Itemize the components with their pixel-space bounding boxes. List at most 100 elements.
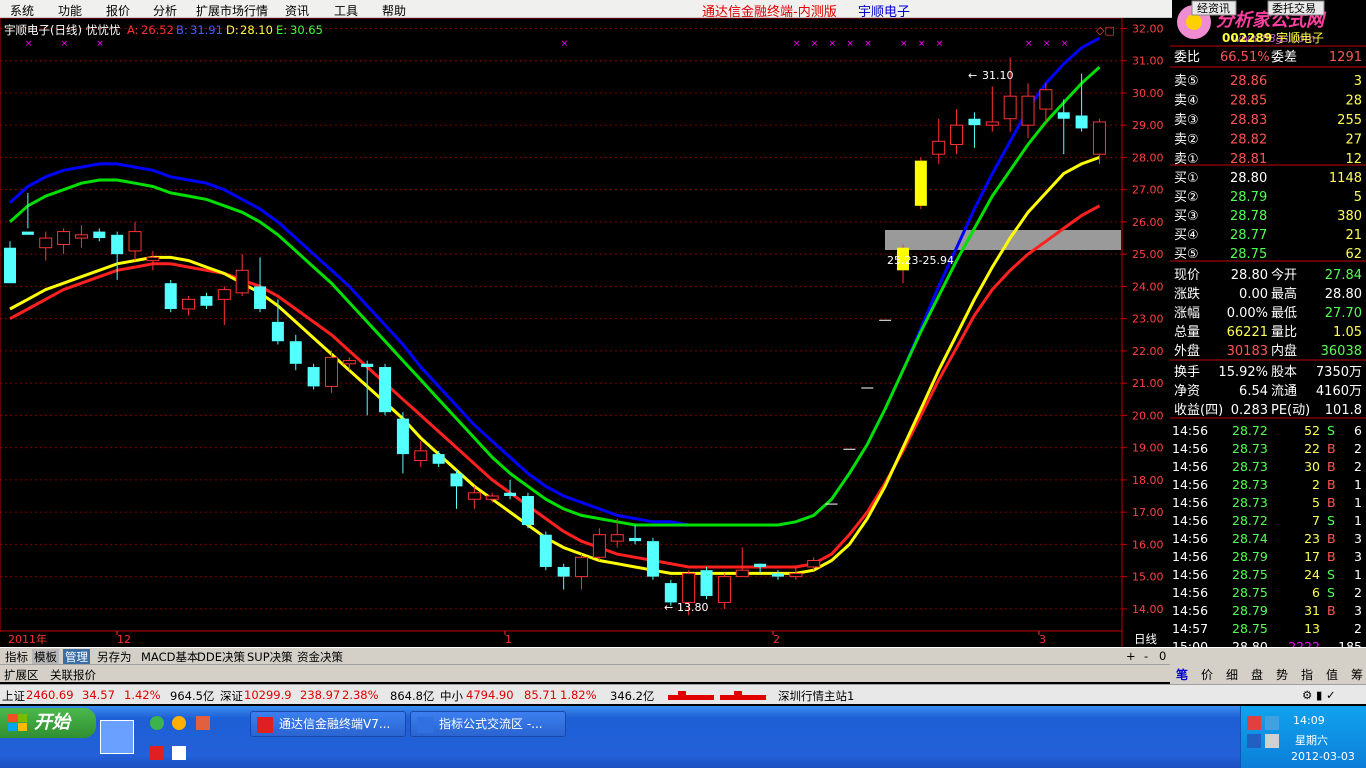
signal-marker: × xyxy=(829,39,837,49)
tray-network-icon[interactable] xyxy=(1265,716,1279,730)
stat-label: 最高 xyxy=(1271,286,1297,302)
tick-volume: 24 xyxy=(1304,567,1320,582)
task-forum-button[interactable]: 指标公式交流区 -... xyxy=(410,711,566,737)
tick-time: 14:56 xyxy=(1172,513,1208,528)
buy-volume: 62 xyxy=(1345,247,1362,262)
tray-volume-icon[interactable] xyxy=(1265,734,1279,748)
server-name: 深圳行情主站1 xyxy=(778,689,855,703)
tab-bi[interactable]: 笔 xyxy=(1176,666,1188,683)
stat-value: 27.84 xyxy=(1325,268,1362,283)
tab-fund[interactable]: 资金决策 xyxy=(295,649,345,665)
task-tdx-button[interactable]: 通达信金融终端V7... xyxy=(250,711,406,737)
tick-count: 2 xyxy=(1354,441,1362,456)
candle-body xyxy=(1075,115,1088,129)
line-e-label: E: xyxy=(276,23,287,37)
stat-label: 涨幅 xyxy=(1174,306,1200,321)
tab-sup[interactable]: SUP决策 xyxy=(245,649,295,665)
buy-label: 买③ xyxy=(1174,209,1199,224)
zoom-in-button[interactable]: + xyxy=(1124,649,1138,663)
stat-value: 0.00 xyxy=(1239,287,1268,302)
period-label: 日线 xyxy=(1134,632,1157,646)
tab-template[interactable]: 模板 xyxy=(32,649,59,665)
zx-label: 中小 xyxy=(440,689,463,703)
tab-jia[interactable]: 价 xyxy=(1201,666,1213,683)
tab-zhi2[interactable]: 值 xyxy=(1326,666,1338,683)
high-arrow-icon: ← xyxy=(968,69,977,82)
menu-function[interactable]: 功能 xyxy=(58,2,82,19)
tab-related-quote[interactable]: 关联报价 xyxy=(50,667,96,683)
start-button[interactable]: 开始 xyxy=(0,708,96,738)
tray-app-icon[interactable] xyxy=(1247,716,1261,730)
quicklaunch-help-icon[interactable] xyxy=(172,746,186,760)
candle-body xyxy=(771,573,784,577)
line-b-label: B: xyxy=(176,23,188,37)
stat2-value: 7350万 xyxy=(1316,365,1362,380)
tick-count: 2 xyxy=(1354,585,1362,600)
quicklaunch-desktop-icon[interactable] xyxy=(100,720,134,754)
stats-block: 现价 28.80 今开 27.84涨跌 0.00 最高 28.80涨幅 0.00% 最低 27.7… xyxy=(1174,267,1362,359)
tick-price: 28.75 xyxy=(1232,621,1268,636)
quicklaunch-ie-icon[interactable] xyxy=(150,716,164,730)
menu-bar: 系统 功能 报价 分析 扩展市场行情 资讯 工具 帮助 通达信金融终端-内测版 … xyxy=(0,0,1366,20)
tray-flag-icon[interactable] xyxy=(1247,734,1261,748)
candle-body xyxy=(217,289,231,300)
menu-quote[interactable]: 报价 xyxy=(106,2,130,19)
signal-marker: × xyxy=(61,39,69,49)
signal-marker: × xyxy=(864,39,872,49)
tab-shi[interactable]: 势 xyxy=(1276,666,1288,683)
tab-manage[interactable]: 管理 xyxy=(63,649,90,665)
sell-orders: 卖⑤ 28.86 3卖④ 28.85 28卖③ 28.83 255卖② 28.82 27卖① 28… xyxy=(1174,74,1362,167)
candle-body xyxy=(74,234,88,239)
buy-volume: 5 xyxy=(1354,190,1362,205)
tick-price: 28.75 xyxy=(1232,585,1268,600)
tab-pan[interactable]: 盘 xyxy=(1251,666,1263,683)
quicklaunch-app-icon[interactable] xyxy=(196,716,210,730)
candle-body xyxy=(271,321,284,342)
clock-time: 14:09 xyxy=(1293,714,1325,727)
stat2-value: 6.54 xyxy=(1239,384,1268,399)
stat-value: 36038 xyxy=(1321,344,1362,359)
menu-system[interactable]: 系统 xyxy=(10,2,34,19)
menu-ext-market[interactable]: 扩展市场行情 xyxy=(196,2,268,19)
menu-info[interactable]: 资讯 xyxy=(285,2,309,19)
candle-body xyxy=(629,537,642,542)
candle-body xyxy=(968,118,981,126)
market-bars-icon xyxy=(668,691,766,700)
tick-count: 1 xyxy=(1354,477,1362,492)
tick-side: B xyxy=(1327,549,1336,564)
stat2-label: 净资 xyxy=(1174,384,1200,399)
menu-tools[interactable]: 工具 xyxy=(334,2,358,19)
sz-label: 深证 xyxy=(220,689,243,703)
sh-change: 34.57 xyxy=(82,688,115,702)
candle-body xyxy=(361,363,374,368)
tab-save-as[interactable]: 另存为 xyxy=(95,649,134,665)
svg-text:经资讯: 经资讯 xyxy=(1197,2,1230,15)
kline-chart[interactable]: 32.0031.0030.0029.0028.0027.0026.0025.00… xyxy=(0,18,1366,647)
tab-zhi[interactable]: 指 xyxy=(1301,666,1313,683)
tick-volume: 23 xyxy=(1304,531,1320,546)
candle-body xyxy=(342,360,356,365)
tab-macd[interactable]: MACD基本 xyxy=(139,649,200,665)
stat2-value: 0.283 xyxy=(1231,403,1268,418)
tab-xi[interactable]: 细 xyxy=(1226,666,1238,683)
tick-side: S xyxy=(1327,585,1335,600)
candle-body xyxy=(592,534,606,558)
tick-side: B xyxy=(1327,477,1336,492)
sz-percent: 2.38% xyxy=(342,688,379,702)
tick-price: 28.73 xyxy=(1232,459,1268,474)
menu-help[interactable]: 帮助 xyxy=(382,2,406,19)
tab-chou[interactable]: 筹 xyxy=(1351,666,1363,683)
tick-count: 3 xyxy=(1354,531,1362,546)
quicklaunch-s-icon[interactable] xyxy=(150,746,164,760)
zoom-reset-button[interactable]: 0 xyxy=(1157,649,1168,663)
candle-body xyxy=(754,563,767,567)
zoom-out-button[interactable]: - xyxy=(1142,649,1150,663)
tab-indicator[interactable]: 指标 xyxy=(3,649,30,665)
quicklaunch-browser-icon[interactable] xyxy=(172,716,186,730)
tick-time: 14:56 xyxy=(1172,567,1208,582)
tab-dde[interactable]: DDE决策 xyxy=(195,649,247,665)
tick-side: S xyxy=(1327,567,1335,582)
tab-ext-area[interactable]: 扩展区 xyxy=(4,667,39,683)
menu-analysis[interactable]: 分析 xyxy=(153,2,177,19)
candle-body xyxy=(485,495,499,500)
